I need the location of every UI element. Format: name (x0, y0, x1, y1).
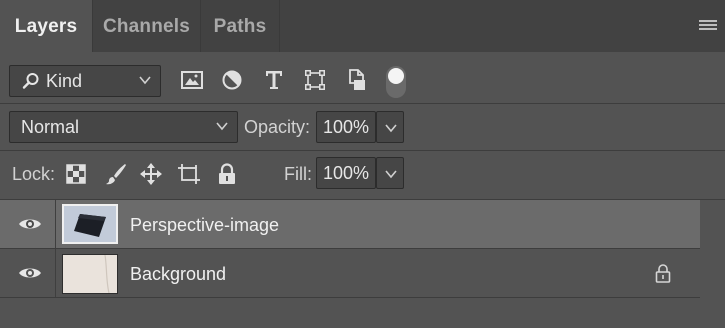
tab-channels[interactable]: Channels (93, 0, 200, 52)
panel-tab-bar: Layers Channels Paths (0, 0, 725, 52)
layer-row-perspective-image[interactable]: Perspective-image (0, 200, 700, 248)
filter-kind-select[interactable]: Kind (9, 65, 161, 97)
layer-row-background[interactable]: Background (0, 249, 700, 297)
chevron-down-icon (385, 124, 397, 133)
lock-artboard-icon[interactable] (177, 162, 201, 186)
fill-input[interactable]: 100% (316, 157, 376, 189)
layer-lock-icon[interactable] (654, 263, 672, 283)
lock-position-icon[interactable] (139, 162, 163, 186)
adjustment-filter-icon[interactable] (220, 68, 244, 92)
tab-divider (279, 0, 280, 52)
layer-thumbnail[interactable] (62, 204, 118, 244)
divider (0, 103, 725, 104)
tab-paths[interactable]: Paths (201, 0, 279, 52)
pixel-filter-icon[interactable] (180, 68, 204, 92)
blend-mode-value: Normal (21, 117, 80, 137)
perspective-image-thumbnail (64, 206, 116, 242)
tab-layers[interactable]: Layers (0, 0, 92, 52)
row-divider (55, 200, 56, 248)
blend-mode-select[interactable]: Normal (9, 111, 238, 143)
divider (0, 297, 700, 298)
background-thumbnail (63, 254, 117, 294)
chevron-down-icon (139, 76, 151, 85)
scrollbar-track[interactable] (700, 200, 725, 328)
layer-thumbnail[interactable] (62, 254, 118, 294)
filter-toggle-knob (388, 68, 404, 84)
visibility-eye-icon[interactable] (18, 265, 42, 281)
panel-menu-icon[interactable] (699, 20, 717, 32)
divider (0, 150, 725, 151)
lock-image-pixels-icon[interactable] (104, 162, 128, 186)
opacity-value: 100% (323, 117, 370, 137)
opacity-dropdown-button[interactable] (376, 111, 404, 143)
opacity-input[interactable]: 100% (316, 111, 376, 143)
fill-label: Fill: (284, 164, 312, 184)
visibility-eye-icon[interactable] (18, 216, 42, 232)
smart-object-filter-icon[interactable] (345, 68, 369, 92)
shape-filter-icon[interactable] (303, 68, 327, 92)
opacity-label: Opacity: (244, 117, 311, 137)
layer-name[interactable]: Perspective-image (130, 215, 279, 236)
filter-kind-label: Kind (46, 71, 83, 91)
lock-label: Lock: (12, 164, 56, 184)
layer-name[interactable]: Background (130, 264, 226, 285)
fill-dropdown-button[interactable] (376, 157, 404, 189)
row-divider (55, 249, 56, 297)
type-filter-icon[interactable] (262, 68, 286, 92)
lock-all-icon[interactable] (215, 162, 239, 186)
filter-toggle[interactable] (386, 66, 406, 98)
fill-value: 100% (323, 163, 370, 183)
chevron-down-icon (385, 170, 397, 179)
lock-transparent-pixels-icon[interactable] (64, 162, 88, 186)
search-icon (22, 73, 39, 89)
chevron-down-icon (216, 122, 228, 131)
